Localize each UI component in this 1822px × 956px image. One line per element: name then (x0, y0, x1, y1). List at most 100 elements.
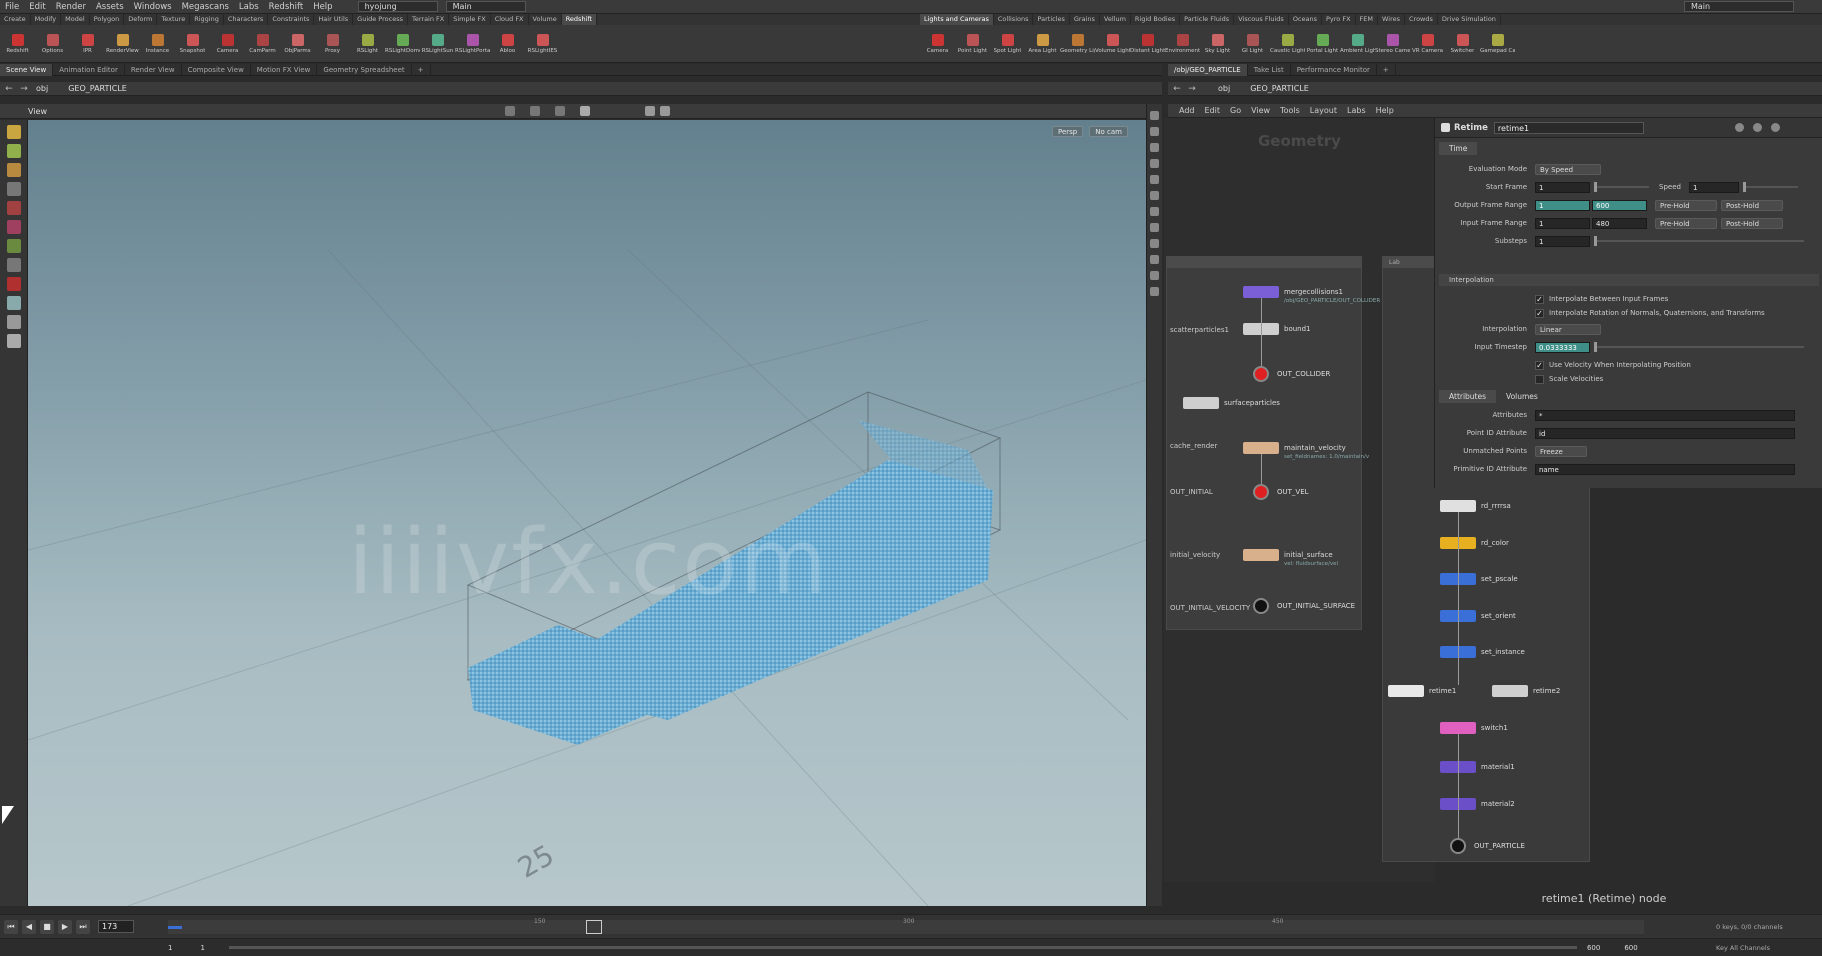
shelf-tab[interactable]: Model (61, 14, 90, 25)
menu-add[interactable]: Add (1174, 104, 1200, 118)
shelf-tab[interactable]: Characters (224, 14, 269, 25)
shelf-tool-area-light[interactable]: Area Light (1025, 26, 1060, 62)
shelf-tool-ambient-light[interactable]: Ambient Light (1340, 26, 1375, 62)
scale-tool-icon[interactable] (6, 182, 21, 196)
shelf-tab[interactable]: FEM (1356, 14, 1378, 25)
shelf-tab[interactable]: Drive Simulation (1438, 14, 1501, 25)
snapping-icon[interactable] (555, 106, 565, 116)
shelf-tool-gi-light[interactable]: GI Light (1235, 26, 1270, 62)
shelf-tab[interactable]: Constraints (268, 14, 315, 25)
input-pre-hold-menu[interactable]: Pre-Hold (1655, 217, 1717, 229)
play-icon[interactable]: ▶ (58, 919, 72, 934)
prim-id-field[interactable]: name (1535, 463, 1795, 475)
interpolation-section[interactable]: Interpolation (1439, 274, 1819, 286)
network-node[interactable]: retime1 (1388, 685, 1456, 697)
output-node[interactable]: OUT_PARTICLE (1450, 838, 1525, 854)
shelf-tool-proxy[interactable]: Proxy (315, 26, 350, 62)
shelf-tab[interactable]: Rigid Bodies (1131, 14, 1181, 25)
path-obj[interactable]: obj (36, 84, 48, 93)
point-id-field[interactable]: id (1535, 427, 1795, 439)
shelf-tab[interactable]: Collisions (994, 14, 1034, 25)
timeline-track[interactable]: 150 300 450 (168, 918, 1644, 934)
speed-slider[interactable] (1743, 182, 1798, 192)
shelf-tool-caustic-light[interactable]: Caustic Light (1270, 26, 1305, 62)
tab-motion-fx-view[interactable]: Motion FX View (251, 63, 318, 76)
back-arrow-icon[interactable]: ← (3, 83, 15, 95)
scale-velocities-checkbox[interactable] (1535, 374, 1544, 384)
unmatched-menu[interactable]: Freeze (1535, 445, 1587, 457)
menu-view[interactable]: View (1246, 104, 1275, 118)
node-tile[interactable] (1440, 500, 1476, 512)
back-arrow-icon[interactable]: ← (1171, 83, 1183, 95)
output-dot[interactable] (1253, 598, 1269, 614)
link-icon[interactable] (1150, 287, 1159, 296)
substeps-slider[interactable] (1594, 236, 1804, 246)
network-node-label[interactable]: cache_render (1170, 442, 1217, 450)
lock-icon[interactable] (1150, 143, 1159, 152)
shelf-tab[interactable]: Particles (1033, 14, 1070, 25)
shelf-tool-distant-light[interactable]: Distant Light (1130, 26, 1165, 62)
shelf-tool-gamepad-camera[interactable]: Gamepad Camera (1480, 26, 1515, 62)
shelf-tool-geometry-light[interactable]: Geometry Light (1060, 26, 1095, 62)
menu-tools[interactable]: Tools (1275, 104, 1305, 118)
path-geo-particle[interactable]: GEO_PARTICLE (68, 84, 127, 93)
network-node[interactable]: set_pscale (1440, 573, 1518, 585)
step-back-icon[interactable]: ◀ (22, 919, 36, 934)
shelf-tab[interactable]: Grains (1070, 14, 1100, 25)
output-pre-hold-menu[interactable]: Pre-Hold (1655, 199, 1717, 211)
shelf-tab[interactable]: Cloud FX (491, 14, 529, 25)
output-dot[interactable] (1253, 484, 1269, 500)
range-end-field[interactable]: 600 (1587, 944, 1600, 952)
network-node-label[interactable]: initial_velocity (1170, 551, 1220, 559)
jump-start-icon[interactable]: ⏮ (4, 919, 18, 934)
render-region-icon[interactable] (6, 315, 21, 329)
network-node[interactable]: material1 (1440, 761, 1515, 773)
add-tab-icon[interactable]: + (412, 63, 431, 76)
shelf-tool-rslight[interactable]: RSLight (350, 26, 385, 62)
output-node[interactable]: OUT_VEL (1253, 484, 1309, 500)
network-node[interactable]: switch1 (1440, 722, 1508, 734)
start-frame-slider[interactable] (1594, 182, 1649, 192)
timeline-cursor[interactable] (586, 920, 602, 934)
jump-end-icon[interactable]: ⏭ (76, 919, 90, 934)
safe-area-icon[interactable] (1150, 271, 1159, 280)
tab-animation-editor[interactable]: Animation Editor (53, 63, 125, 76)
rotate-tool-icon[interactable] (6, 163, 21, 177)
shelf-tab[interactable]: Vellum (1100, 14, 1131, 25)
shelf-tab[interactable]: Wires (1378, 14, 1406, 25)
node-name-field[interactable]: retime1 (1493, 121, 1644, 134)
stop-icon[interactable]: ■ (40, 919, 54, 934)
eval-mode-menu[interactable]: By Speed (1535, 163, 1601, 175)
network-node[interactable]: retime2 (1492, 685, 1560, 697)
shelf-tab[interactable]: Deform (124, 14, 158, 25)
menu-labs[interactable]: Labs (234, 0, 264, 14)
tab-attributes[interactable]: Attributes (1439, 390, 1497, 403)
shelf-tool-camera[interactable]: Camera (210, 26, 245, 62)
shelf-tab[interactable]: Viscous Fluids (1234, 14, 1289, 25)
attributes-field[interactable]: * (1535, 409, 1795, 421)
use-velocity-checkbox[interactable]: ✓ (1535, 360, 1544, 370)
menu-edit[interactable]: Edit (24, 0, 50, 14)
network-node[interactable]: initial_surface vel: fluidsurface/vel (1243, 549, 1338, 567)
node-tile[interactable] (1492, 685, 1528, 697)
shelf-tool-spot-light[interactable]: Spot Light (990, 26, 1025, 62)
menu-help[interactable]: Help (1371, 104, 1399, 118)
range-start-field[interactable]: 1 (168, 944, 172, 952)
network-node[interactable]: set_orient (1440, 610, 1516, 622)
network-node-label[interactable]: scatterparticles1 (1170, 326, 1229, 334)
desktop-select[interactable]: hyojung (357, 1, 438, 12)
camera-icon[interactable] (660, 106, 670, 116)
move-tool-icon[interactable] (6, 144, 21, 158)
shelf-tool-environment-light[interactable]: Environment Light (1165, 26, 1200, 62)
add-tab-icon[interactable]: + (1377, 63, 1396, 76)
path-obj[interactable]: obj (1218, 84, 1230, 93)
input-timestep-field[interactable]: 0.0333333 (1535, 341, 1590, 353)
range-slider[interactable] (228, 946, 1577, 949)
visibility-icon[interactable] (1150, 223, 1159, 232)
output-node[interactable]: OUT_COLLIDER (1253, 366, 1330, 382)
view-tool-icon[interactable] (6, 258, 21, 272)
output-dot[interactable] (1253, 366, 1269, 382)
shelf-tab[interactable]: Polygon (90, 14, 125, 25)
shelf-tool-camparm[interactable]: CamParm (245, 26, 280, 62)
shelf-tool-objparms[interactable]: ObjParms (280, 26, 315, 62)
